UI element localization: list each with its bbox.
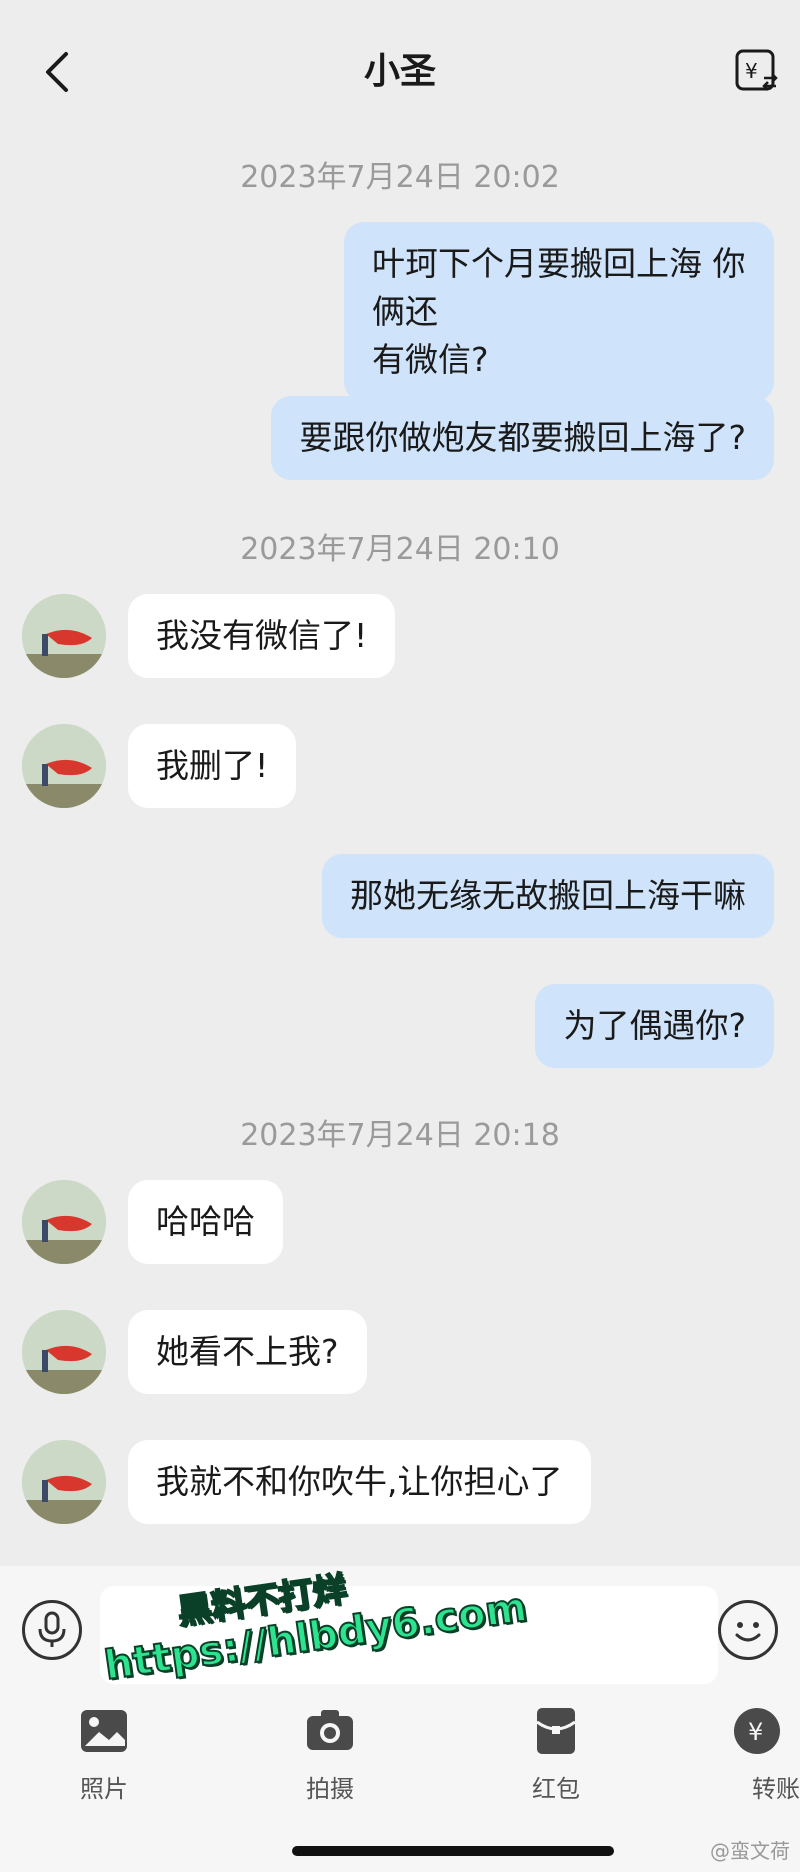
- incoming-message[interactable]: 她看不上我?: [128, 1310, 367, 1394]
- contact-avatar[interactable]: [22, 594, 106, 678]
- red-packet-label: 红包: [532, 1775, 580, 1803]
- transfer-label: 转账: [752, 1775, 800, 1803]
- contact-avatar[interactable]: [22, 1440, 106, 1524]
- incoming-message[interactable]: 我就不和你吹牛,让你担心了: [128, 1440, 591, 1524]
- voice-button[interactable]: [22, 1600, 82, 1660]
- red-packet-tool[interactable]: 红包: [496, 1696, 616, 1804]
- timestamp: 2023年7月24日 20:10: [240, 532, 560, 567]
- photo-tool[interactable]: 照片: [44, 1696, 164, 1804]
- svg-text:¥: ¥: [745, 59, 758, 83]
- chat-header: 小圣 ¥: [0, 0, 800, 140]
- incoming-message[interactable]: 哈哈哈: [128, 1180, 283, 1264]
- avatar-image: [22, 594, 106, 678]
- timestamp: 2023年7月24日 20:02: [240, 160, 560, 195]
- weibo-watermark: @蛮文荷: [710, 1839, 790, 1863]
- outgoing-message[interactable]: 叶珂下个月要搬回上海 你俩还 有微信?: [344, 222, 774, 402]
- contact-avatar[interactable]: [22, 1180, 106, 1264]
- smiley-icon: [735, 1622, 761, 1642]
- avatar-image: [22, 724, 106, 808]
- camera-tool[interactable]: 拍摄: [270, 1696, 390, 1804]
- contact-name: 小圣: [363, 51, 436, 92]
- camera-icon: [305, 1706, 355, 1756]
- camera-label: 拍摄: [306, 1775, 354, 1803]
- photo-icon: [79, 1706, 129, 1756]
- toolbar: 照片 拍摄 红包 ¥ 转账: [0, 1696, 800, 1826]
- incoming-message[interactable]: 我没有微信了!: [128, 594, 396, 678]
- avatar-image: [22, 1310, 106, 1394]
- outgoing-message[interactable]: 那她无缘无故搬回上海干嘛: [322, 854, 774, 938]
- incoming-message[interactable]: 我删了!: [128, 724, 297, 808]
- timestamp: 2023年7月24日 20:18: [240, 1118, 560, 1153]
- contact-avatar[interactable]: [22, 724, 106, 808]
- transfer-button[interactable]: ¥: [734, 48, 780, 94]
- home-indicator[interactable]: [292, 1846, 614, 1856]
- transfer-money-icon: ¥: [732, 1706, 782, 1756]
- yen-transfer-icon: ¥: [735, 49, 778, 91]
- outgoing-message[interactable]: 要跟你做炮友都要搬回上海了?: [271, 396, 774, 480]
- outgoing-message[interactable]: 为了偶遇你?: [535, 984, 774, 1068]
- photo-label: 照片: [80, 1775, 128, 1803]
- avatar-image: [22, 1440, 106, 1524]
- transfer-tool[interactable]: ¥ 转账: [720, 1696, 800, 1804]
- emoji-button[interactable]: [718, 1600, 778, 1660]
- contact-avatar[interactable]: [22, 1310, 106, 1394]
- avatar-image: [22, 1180, 106, 1264]
- red-packet-icon: [531, 1706, 581, 1756]
- svg-text:¥: ¥: [748, 1718, 763, 1746]
- message-list[interactable]: 2023年7月24日 20:02 叶珂下个月要搬回上海 你俩还 有微信? 要跟你…: [0, 140, 800, 1566]
- microphone-icon: [38, 1611, 66, 1647]
